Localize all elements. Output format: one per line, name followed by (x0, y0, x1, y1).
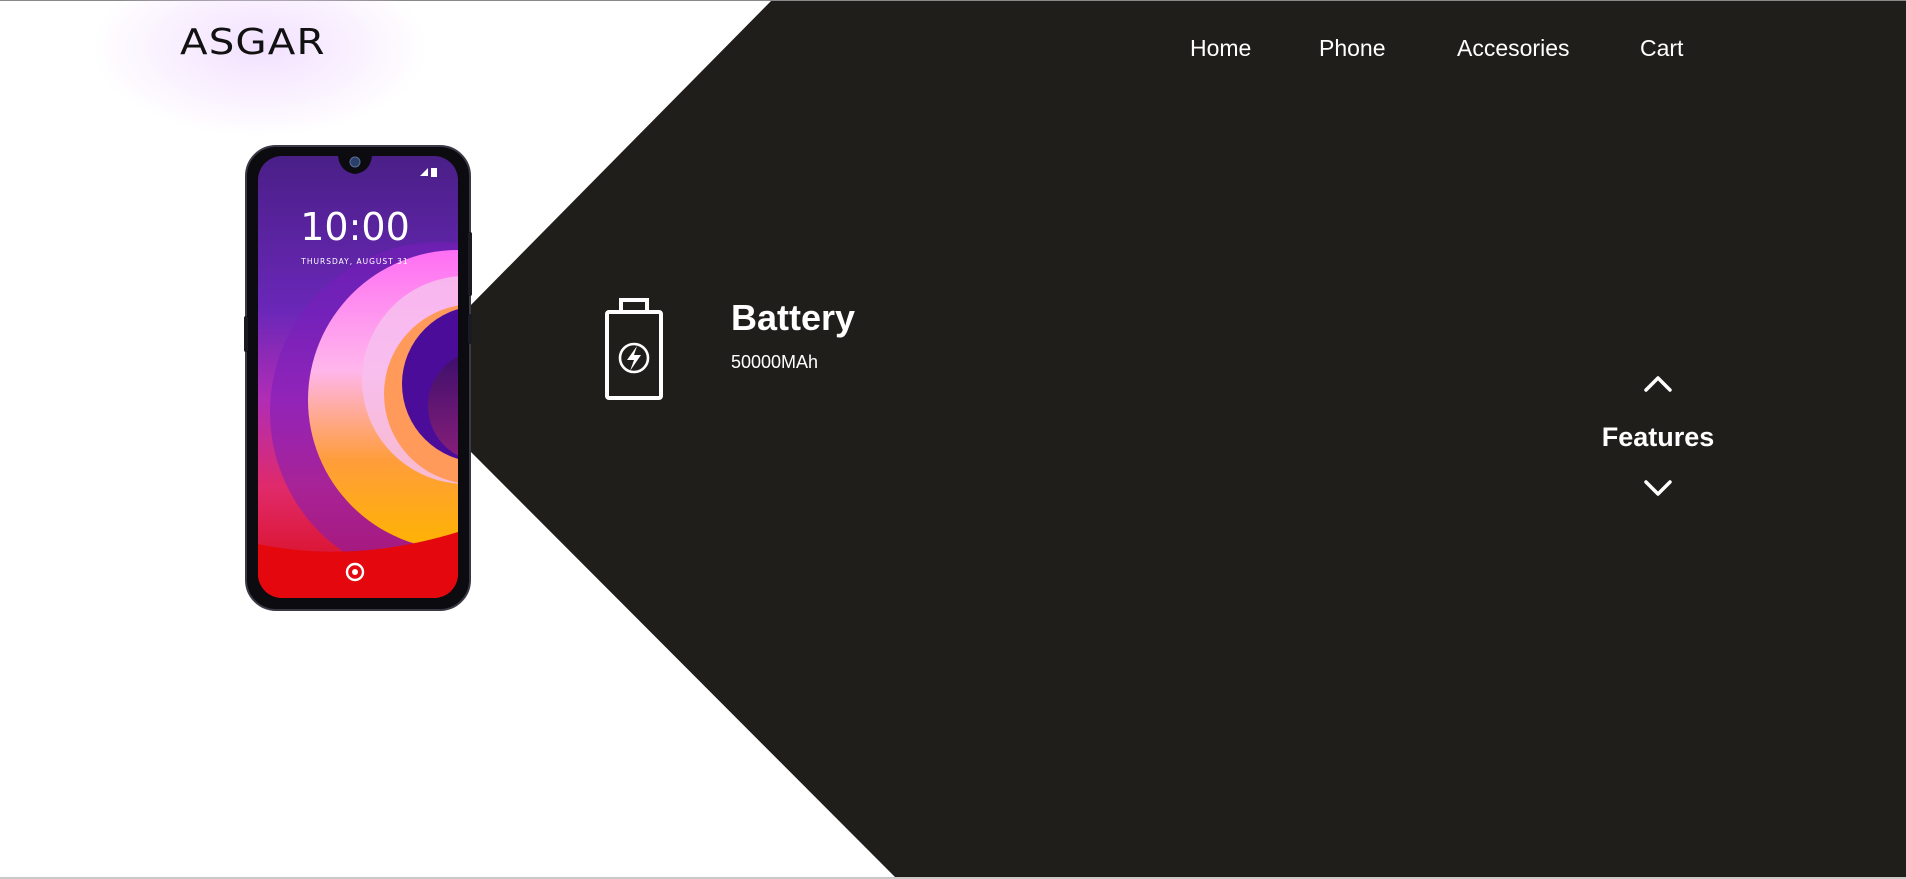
feature-selector: Features (1590, 372, 1726, 502)
phone-image: 10:00 THURSDAY, AUGUST 31 (244, 144, 472, 612)
chevron-down-icon[interactable] (1640, 476, 1676, 500)
feature-value: 50000MAh (731, 352, 819, 372)
feature-title: Battery (731, 297, 856, 338)
nav-item-home[interactable]: Home (1190, 32, 1251, 64)
features-label: Features (1601, 422, 1715, 452)
brand-logo[interactable]: ASGAR (180, 22, 326, 64)
phone-date: THURSDAY, AUGUST 31 (300, 257, 408, 266)
nav-item-accesories[interactable]: Accesories (1457, 32, 1569, 64)
nav-item-cart[interactable]: Cart (1640, 32, 1683, 64)
battery-charging-icon (604, 298, 664, 402)
nav-item-phone[interactable]: Phone (1319, 32, 1386, 64)
phone-clock: 10:00 (300, 205, 410, 249)
page: ASGAR Home Phone Accesories Cart 10:00 T… (0, 0, 1906, 879)
chevron-up-icon[interactable] (1640, 372, 1676, 396)
